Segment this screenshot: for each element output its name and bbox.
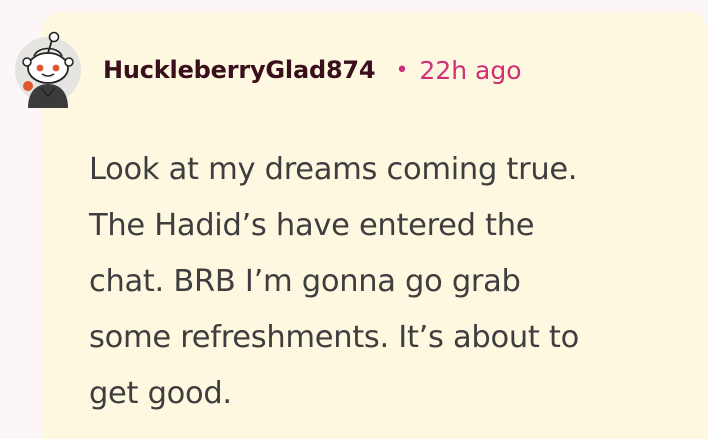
- comment-body-line: The Hadid’s have entered the: [89, 208, 535, 243]
- snoo-avatar-icon: [15, 31, 81, 108]
- comment-header: HuckleberryGlad874 • 22h ago: [103, 50, 522, 90]
- author-username[interactable]: HuckleberryGlad874: [103, 56, 376, 84]
- page: HuckleberryGlad874 • 22h ago Look at my …: [0, 0, 708, 439]
- comment-timestamp[interactable]: 22h ago: [419, 56, 521, 85]
- comment-body-line: get good.: [89, 376, 232, 411]
- comment-body-line: some refreshments. It’s about to: [89, 320, 579, 355]
- comment-body-line: Look at my dreams coming true.: [89, 152, 578, 187]
- comment-body: Look at my dreams coming true. The Hadid…: [89, 142, 689, 422]
- comment-body-line: chat. BRB I’m gonna go grab: [89, 264, 521, 299]
- separator-dot: •: [395, 57, 409, 83]
- user-avatar[interactable]: [8, 16, 90, 108]
